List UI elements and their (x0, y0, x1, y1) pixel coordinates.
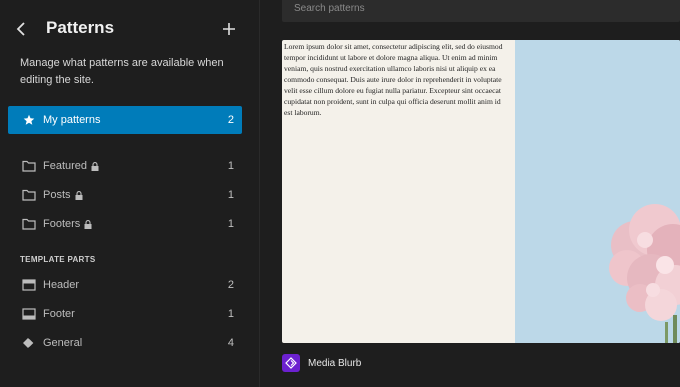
folder-icon (20, 186, 38, 204)
main-content: Search patterns Lorem ipsum dolor sit am… (260, 0, 680, 387)
folder-icon (20, 157, 38, 175)
sidebar-item-general[interactable]: General 4 (8, 329, 242, 357)
item-count: 1 (227, 308, 234, 320)
item-count: 4 (227, 337, 234, 349)
chevron-left-icon[interactable] (14, 20, 30, 38)
sidebar-description: Manage what patterns are available when … (20, 57, 224, 86)
sidebar-header: Patterns (0, 0, 259, 58)
preview-image (515, 40, 680, 343)
lock-icon (75, 190, 83, 200)
plus-icon[interactable] (220, 20, 238, 38)
footer-icon (20, 305, 38, 323)
header-icon (20, 276, 38, 294)
preview-text: Lorem ipsum dolor sit amet, consectetur … (284, 42, 503, 117)
lock-icon (91, 161, 99, 171)
sidebar-item-label: Footer (43, 308, 75, 320)
sidebar-item-label: General (43, 337, 83, 349)
page-title: Patterns (46, 18, 115, 37)
search-input[interactable]: Search patterns (282, 0, 680, 22)
section-heading: TEMPLATE PARTS (20, 255, 96, 264)
pattern-preview[interactable]: Lorem ipsum dolor sit amet, consectetur … (282, 40, 680, 343)
diamond-icon (20, 334, 38, 352)
pattern-caption[interactable]: Media Blurb (282, 354, 361, 372)
item-count: 2 (227, 279, 234, 291)
sidebar-item-footer[interactable]: Footer 1 (8, 300, 242, 328)
star-icon (20, 111, 38, 129)
item-count: 1 (227, 189, 234, 201)
folder-icon (20, 215, 38, 233)
pattern-icon (282, 354, 300, 372)
sidebar-item-label: My patterns (43, 114, 101, 126)
sidebar-item-featured[interactable]: Featured 1 (8, 152, 242, 180)
item-count: 2 (227, 114, 234, 126)
item-count: 1 (227, 218, 234, 230)
lock-icon (84, 219, 92, 229)
pattern-name: Media Blurb (308, 357, 362, 369)
item-count: 1 (227, 160, 234, 172)
sidebar-item-label: Posts (43, 189, 71, 201)
flower-image (515, 40, 680, 343)
sidebar-item-label: Footers (43, 218, 81, 230)
sidebar-item-label: Header (43, 279, 80, 291)
sidebar: Patterns Manage what patterns are availa… (0, 0, 259, 387)
sidebar-item-label: Featured (43, 160, 88, 172)
sidebar-item-posts[interactable]: Posts 1 (8, 181, 242, 209)
sidebar-item-footers[interactable]: Footers 1 (8, 210, 242, 238)
sidebar-item-header[interactable]: Header 2 (8, 271, 242, 299)
sidebar-item-my-patterns[interactable]: My patterns 2 (8, 106, 242, 134)
